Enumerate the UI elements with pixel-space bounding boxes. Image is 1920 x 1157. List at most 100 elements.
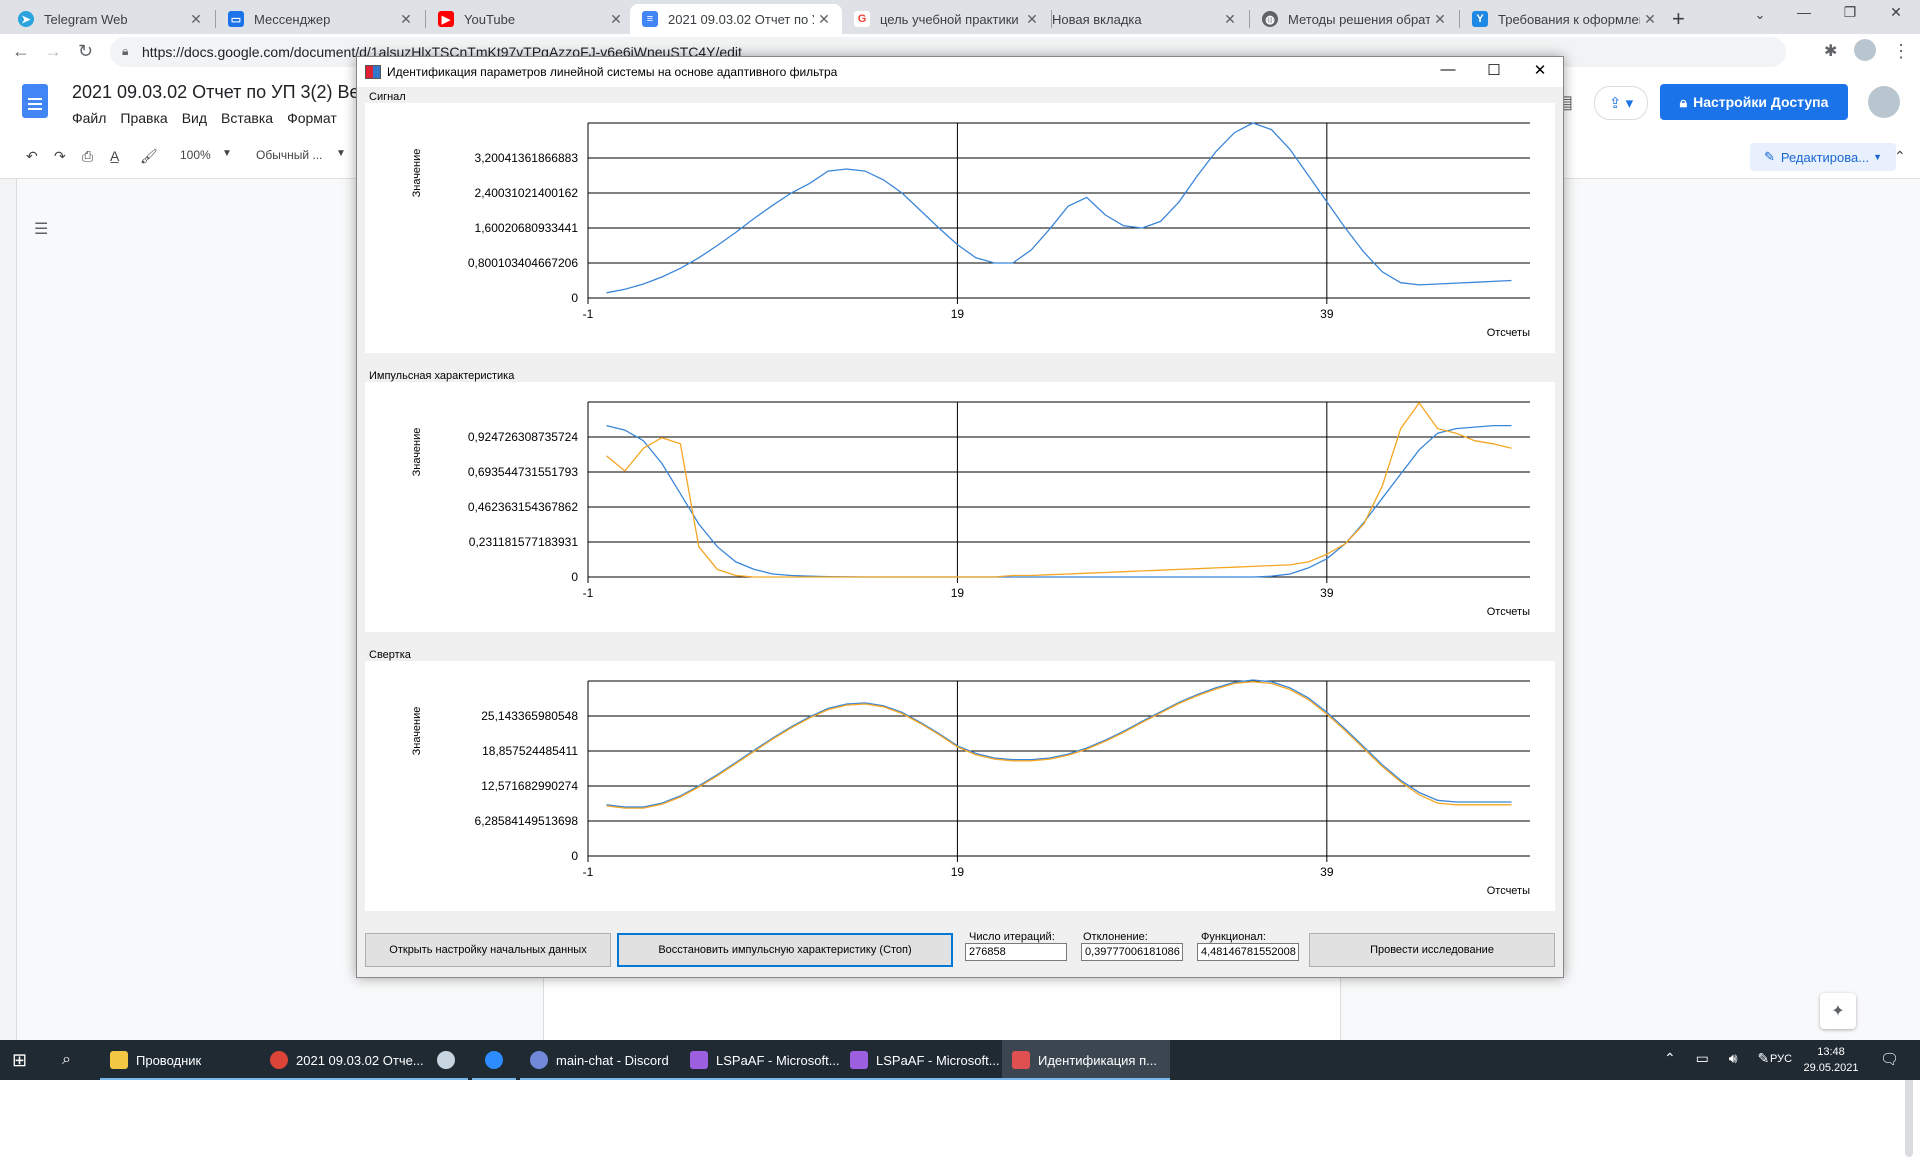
iterations-field[interactable]: 276858 bbox=[965, 943, 1067, 961]
restore-impulse-button[interactable]: Восстановить импульсную характеристику (… bbox=[617, 933, 953, 967]
new-tab-button[interactable]: + bbox=[1672, 6, 1685, 32]
functional-field[interactable]: 4,48146781552008 bbox=[1197, 943, 1299, 961]
deviation-field[interactable]: 0,39777006181086 bbox=[1081, 943, 1183, 961]
collapse-icon[interactable]: ⌃ bbox=[1894, 148, 1906, 165]
tab-title: Методы решения обратн bbox=[1288, 11, 1430, 27]
tab-new-tab[interactable]: Новая вкладка ✕ bbox=[1040, 4, 1248, 34]
menu-view[interactable]: Вид bbox=[182, 110, 207, 126]
impulse-panel-label: Импульсная характеристика bbox=[369, 370, 515, 382]
iterations-label: Число итераций: bbox=[969, 931, 1055, 943]
taskbar-visual-studio-2[interactable]: LSPaAF - Microsoft... bbox=[840, 1040, 1010, 1080]
share-button[interactable]: 🔒︎ Настройки Доступа bbox=[1660, 84, 1848, 120]
y-tick-label: 0,462363154367862 bbox=[468, 500, 578, 514]
paint-format-icon[interactable]: 🖌︎ bbox=[140, 148, 158, 165]
menu-file[interactable]: Файл bbox=[72, 110, 106, 126]
y-tick-label: 0,693544731551793 bbox=[468, 465, 578, 479]
taskbar-visual-studio-1[interactable]: LSPaAF - Microsoft... bbox=[680, 1040, 850, 1080]
spellcheck-icon[interactable]: A̲ bbox=[110, 148, 119, 164]
maximize-icon[interactable]: ☐ bbox=[1471, 61, 1517, 79]
app-icon bbox=[365, 65, 381, 79]
series-line-1 bbox=[606, 681, 1512, 809]
language-indicator[interactable]: РУС bbox=[1770, 1053, 1792, 1065]
editing-mode-button[interactable]: ✎ Редактирова... ▼ bbox=[1750, 143, 1896, 171]
close-icon[interactable]: ✕ bbox=[186, 11, 206, 28]
tab-methods[interactable]: ◍ Методы решения обратн ✕ bbox=[1250, 4, 1458, 34]
close-icon[interactable]: ✕ bbox=[1220, 11, 1240, 28]
close-icon[interactable]: ✕ bbox=[606, 11, 626, 28]
close-icon[interactable]: ✕ bbox=[396, 11, 416, 28]
taskbar-discord[interactable]: main-chat - Discord bbox=[520, 1040, 690, 1080]
tab-title: 2021 09.03.02 Отчет по УП bbox=[668, 11, 814, 27]
series-line-1 bbox=[606, 401, 1512, 578]
minimize-icon[interactable]: — bbox=[1784, 4, 1824, 20]
tab-telegram[interactable]: ➤ Telegram Web ✕ bbox=[6, 4, 214, 34]
document-title[interactable]: 2021 09.03.02 Отчет по УП 3(2) Вес bbox=[72, 82, 369, 103]
extensions-icon[interactable]: ✱ bbox=[1824, 41, 1837, 61]
taskbar-steam[interactable] bbox=[424, 1040, 468, 1080]
forward-icon[interactable]: → bbox=[44, 41, 62, 62]
close-icon[interactable]: ✕ bbox=[1430, 11, 1450, 28]
restore-icon[interactable]: ❐ bbox=[1830, 4, 1870, 21]
tab-google-search[interactable]: G цель учебной практики ф ✕ bbox=[842, 4, 1050, 34]
back-icon[interactable]: ← bbox=[12, 41, 30, 62]
clock-time: 13:48 bbox=[1817, 1046, 1845, 1058]
chart-svg: 0 0,800103404667206 1,60020680933441 2,4003… bbox=[411, 122, 1530, 339]
tab-title: YouTube bbox=[464, 11, 516, 27]
app-titlebar: Идентификация параметров линейной систем… bbox=[357, 57, 1563, 87]
taskbar-app[interactable] bbox=[472, 1040, 516, 1080]
y-tick-label: 0,800103404667206 bbox=[468, 256, 578, 270]
menu-format[interactable]: Формат bbox=[287, 110, 337, 126]
open-settings-button[interactable]: Открыть настройку начальных данных bbox=[365, 933, 611, 967]
x-tick-label: -1 bbox=[583, 865, 594, 879]
notification-icon[interactable]: 🗨︎ bbox=[1880, 1050, 1899, 1068]
present-button[interactable]: ⇪ ▾ bbox=[1594, 86, 1648, 120]
messenger-icon: ▭ bbox=[228, 11, 244, 27]
tab-youtube[interactable]: ▶ YouTube ✕ bbox=[426, 4, 634, 34]
clock[interactable]: 13:48 29.05.2021 bbox=[1796, 1044, 1866, 1076]
system-tray-icons[interactable]: ⌃ ▭ 🔊︎ ✎ bbox=[1664, 1050, 1777, 1067]
menu-icon[interactable]: ⋮ bbox=[1892, 41, 1910, 62]
tab-title: Новая вкладка bbox=[1052, 11, 1142, 27]
y-axis-label: Значение bbox=[411, 149, 423, 198]
lock-icon: 🔒︎ bbox=[122, 44, 129, 58]
taskbar-chrome[interactable]: 2021 09.03.02 Отче... bbox=[260, 1040, 430, 1080]
browser-tab-strip: ➤ Telegram Web ✕ ▭ Мессенджер ✕ ▶ YouTub… bbox=[0, 0, 1920, 34]
chart-svg: 0 0,231181577183931 0,462363154367862 0,693… bbox=[411, 401, 1530, 618]
windows-start-icon[interactable]: ⊞ bbox=[12, 1040, 36, 1080]
search-icon[interactable]: ⌕ bbox=[62, 1040, 86, 1080]
research-button[interactable]: Провести исследование bbox=[1309, 933, 1555, 967]
minimize-icon[interactable]: — bbox=[1425, 61, 1471, 78]
close-icon[interactable]: ✕ bbox=[1640, 11, 1660, 28]
tab-search-icon[interactable]: ⌄ bbox=[1740, 7, 1780, 23]
style-select[interactable]: Обычный ... bbox=[256, 148, 322, 162]
x-axis-label: Отсчеты bbox=[1487, 885, 1530, 897]
menu-insert[interactable]: Вставка bbox=[221, 110, 273, 126]
clock-date: 29.05.2021 bbox=[1803, 1062, 1859, 1074]
tab-requirements[interactable]: Y Требования к оформлен ✕ bbox=[1460, 4, 1668, 34]
close-icon[interactable]: ✕ bbox=[1022, 11, 1042, 28]
explore-icon[interactable]: ✦ bbox=[1820, 993, 1856, 1029]
tab-google-docs[interactable]: ≡ 2021 09.03.02 Отчет по УП ✕ bbox=[630, 4, 842, 34]
close-icon[interactable]: ✕ bbox=[814, 11, 834, 28]
close-window-icon[interactable]: ✕ bbox=[1876, 4, 1916, 21]
user-avatar[interactable] bbox=[1868, 86, 1900, 118]
share-button-label: Настройки Доступа bbox=[1693, 94, 1829, 110]
y-tick-label: 0,231181577183931 bbox=[469, 535, 579, 549]
document-outline-icon[interactable]: ☰ bbox=[34, 219, 48, 239]
tab-messenger[interactable]: ▭ Мессенджер ✕ bbox=[216, 4, 424, 34]
app-window-icon bbox=[1012, 1051, 1030, 1069]
chevron-down-icon: ▼ bbox=[1873, 152, 1883, 162]
profile-avatar[interactable] bbox=[1854, 39, 1876, 61]
redo-icon[interactable]: ↷ bbox=[54, 148, 66, 165]
impulse-response-chart: 0 0,231181577183931 0,462363154367862 0,693… bbox=[365, 382, 1555, 632]
close-icon[interactable]: ✕ bbox=[1517, 61, 1563, 79]
reload-icon[interactable]: ↻ bbox=[78, 41, 93, 62]
print-icon[interactable]: ⎙ bbox=[82, 148, 93, 165]
undo-icon[interactable]: ↶ bbox=[26, 148, 38, 165]
menu-edit[interactable]: Правка bbox=[120, 110, 167, 126]
taskbar-explorer[interactable]: Проводник bbox=[100, 1040, 270, 1080]
taskbar-identification-app[interactable]: Идентификация п... bbox=[1002, 1040, 1170, 1080]
zoom-select[interactable]: 100% bbox=[180, 148, 211, 162]
google-docs-logo-icon[interactable] bbox=[22, 84, 48, 118]
tab-title: цель учебной практики ф bbox=[880, 11, 1022, 27]
